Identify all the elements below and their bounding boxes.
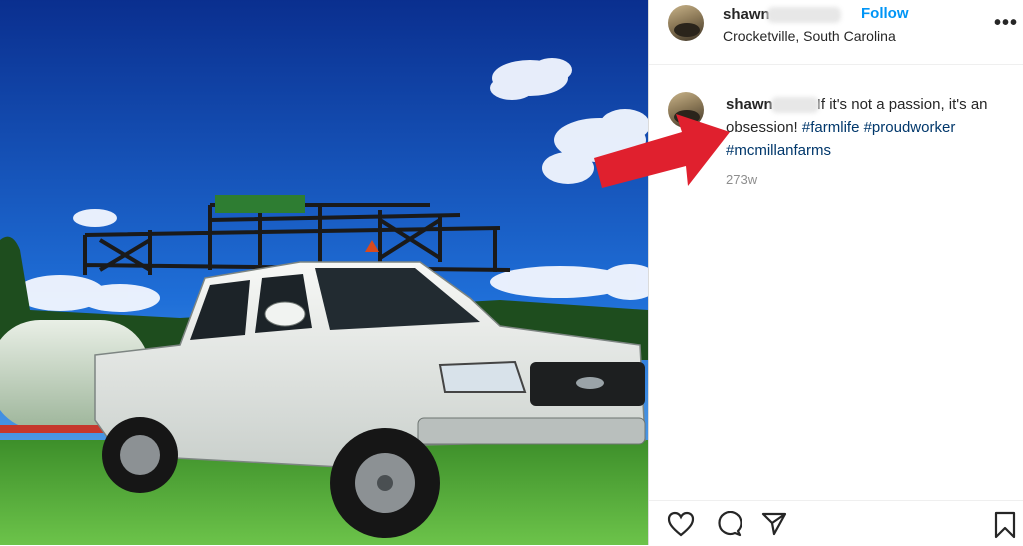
follow-button[interactable]: Follow — [861, 5, 909, 22]
hashtag-link[interactable]: #proudworker — [864, 119, 956, 136]
post-header: shawn Follow Crocketville, South Carolin… — [649, 0, 1023, 65]
hashtag-link[interactable]: #mcmillanfarms — [726, 142, 831, 159]
avatar[interactable] — [668, 5, 704, 41]
post-photo[interactable] — [0, 0, 648, 545]
username-text: shawn — [723, 6, 770, 23]
hashtag-link[interactable]: #farmlife — [802, 119, 860, 136]
post-caption: shawn If it's not a passion, it's an obse… — [726, 93, 1021, 162]
heart-icon[interactable] — [667, 511, 695, 542]
post-side-panel: shawn Follow Crocketville, South Carolin… — [648, 0, 1023, 545]
comment-icon[interactable] — [714, 510, 743, 542]
username-link[interactable]: shawn — [723, 6, 841, 24]
location-link[interactable]: Crocketville, South Carolina — [723, 28, 896, 44]
action-bar — [649, 500, 1023, 546]
more-options-icon[interactable]: ••• — [994, 12, 1018, 35]
truck-photo-image — [0, 0, 648, 545]
annotation-arrow-icon — [590, 110, 740, 195]
redacted-username — [766, 7, 841, 24]
bookmark-icon[interactable] — [993, 511, 1017, 544]
redacted-username — [770, 97, 819, 114]
share-icon[interactable] — [760, 511, 788, 542]
